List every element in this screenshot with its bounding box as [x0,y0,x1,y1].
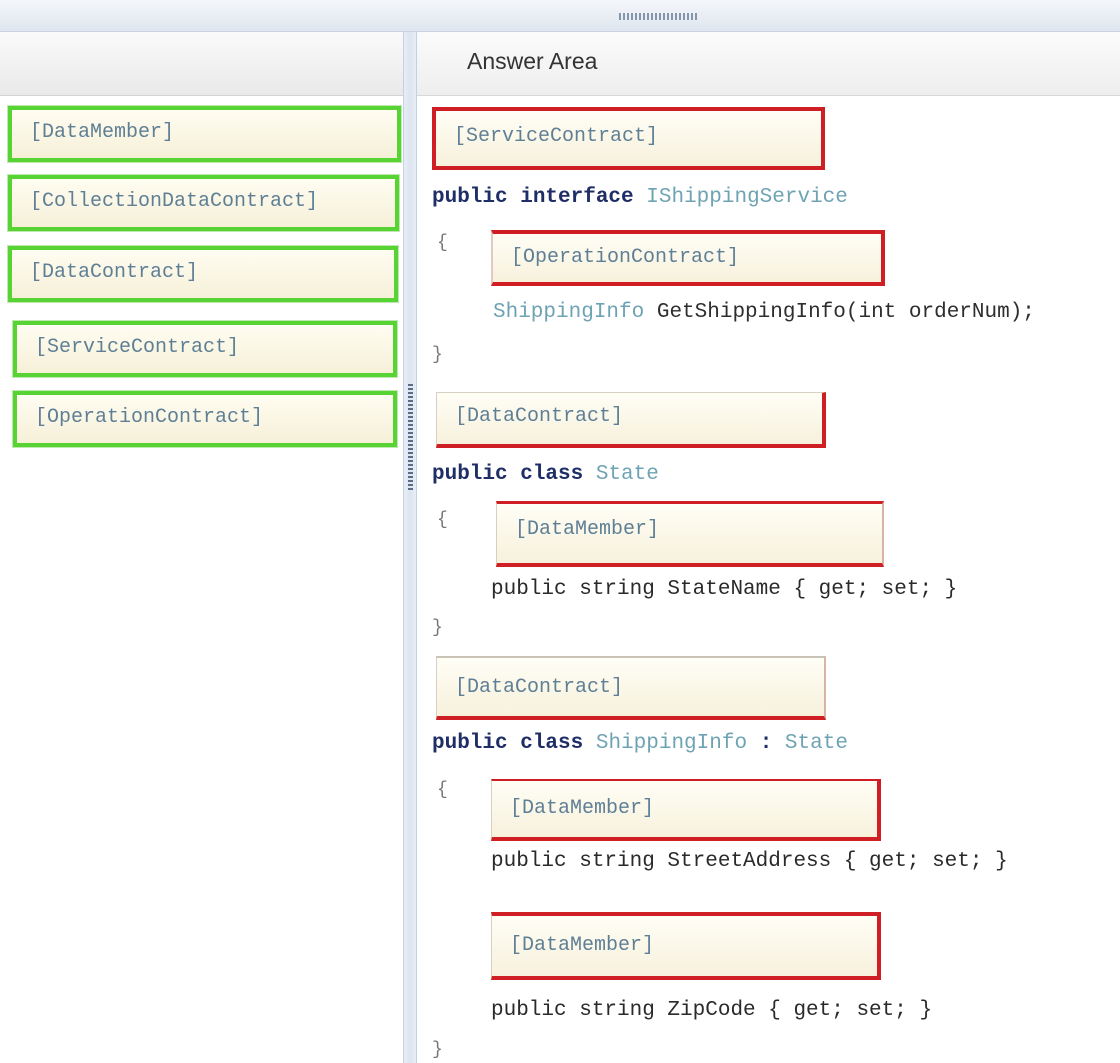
answer-area-header: Answer Area [417,32,1120,96]
code-line-class-shippinginfo: public class ShippingInfo : State [432,732,848,755]
drop-target-method-attribute[interactable]: [OperationContract] [491,230,885,286]
open-brace-1: { [437,233,448,253]
source-item-operationcontract[interactable]: [OperationContract] [13,391,397,447]
open-brace-2: { [437,510,448,530]
source-item-collectiondatacontract[interactable]: [CollectionDataContract] [8,175,399,231]
drop-target-zipcode-attribute[interactable]: [DataMember] [491,912,881,980]
open-brace-3: { [437,780,448,800]
close-brace-2: } [432,618,443,638]
drop-target-shippinginfo-class-attribute[interactable]: [DataContract] [436,656,826,720]
answer-area-title: Answer Area [467,48,598,74]
close-brace-1: } [432,345,443,365]
code-line-streetaddress: public string StreetAddress { get; set; … [491,850,1008,873]
code-line-interface: public interface IShippingService [432,186,848,209]
code-line-method: ShippingInfo GetShippingInfo(int orderNu… [493,301,1035,324]
source-item-servicecontract[interactable]: [ServiceContract] [13,321,397,377]
drop-target-state-class-attribute[interactable]: [DataContract] [436,392,826,448]
drop-target-statename-attribute[interactable]: [DataMember] [496,501,884,567]
close-brace-3: } [432,1040,443,1060]
drop-target-interface-attribute[interactable]: [ServiceContract] [432,107,825,170]
code-line-class-state: public class State [432,463,659,486]
source-item-datacontract[interactable]: [DataContract] [8,246,398,302]
source-item-datamember[interactable]: [DataMember] [8,106,401,162]
grip-handle-icon[interactable] [619,13,699,20]
code-line-zipcode: public string ZipCode { get; set; } [491,999,933,1022]
top-bar [0,0,1120,32]
code-line-statename: public string StateName { get; set; } [491,578,958,601]
drop-target-streetaddress-attribute[interactable]: [DataMember] [491,779,881,841]
panel-splitter[interactable] [403,32,417,1063]
source-panel-header [0,32,403,96]
splitter-grip-icon[interactable] [408,382,413,490]
